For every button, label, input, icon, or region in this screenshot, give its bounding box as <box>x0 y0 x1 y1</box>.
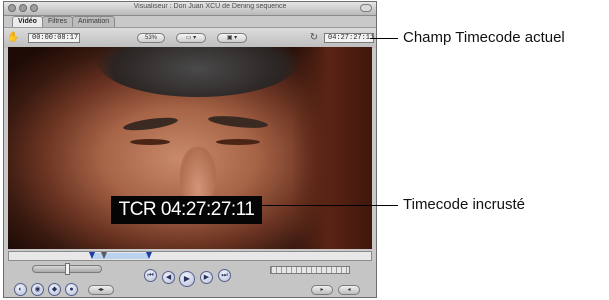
playhead[interactable] <box>101 252 107 259</box>
add-marker-icon[interactable]: ● <box>65 283 78 296</box>
mark-out-icon: ◂ <box>347 287 351 293</box>
close-icon[interactable] <box>8 4 16 12</box>
shuttle-control[interactable] <box>270 266 350 274</box>
previous-frame-icon[interactable]: ◀ <box>162 271 175 284</box>
video-frame[interactable]: TCR 04:27:27:11 <box>8 47 372 249</box>
callout-burned-in-timecode: Timecode incrusté <box>403 196 525 213</box>
callout-line-current-timecode <box>370 38 398 39</box>
duration-timecode-field[interactable]: 00:00:08:17 <box>28 33 80 43</box>
viewer-window: Visualiseur : Don Juan XCU de Dening seq… <box>3 1 377 298</box>
tab-animation[interactable]: Animation <box>72 16 116 27</box>
burned-in-timecode-text: TCR 04:27:27:11 <box>118 199 255 220</box>
in-out-range <box>91 253 149 259</box>
toolbar-toggle-button[interactable] <box>360 4 372 12</box>
window-title: Visualiseur : Don Juan XCU de Dening seq… <box>133 3 287 10</box>
transport-controls: ⏮ ◀ ▶ ▶ ⏭ ◐ ◉ ◆ ● ◂▸ ▸ ◂ <box>4 261 376 297</box>
chevron-down-icon: ▾ <box>193 35 197 41</box>
mark-in-icon: ▸ <box>320 287 324 293</box>
callout-line-burned-timecode <box>258 205 398 206</box>
jog-knob[interactable] <box>65 263 70 275</box>
burned-in-timecode: TCR 04:27:27:11 <box>111 196 262 224</box>
add-keyframe-icon[interactable]: ◆ <box>48 283 61 296</box>
tab-filters[interactable]: Filtres <box>41 16 73 27</box>
overlay-icon: ▣ <box>226 35 233 41</box>
zoom-popup[interactable]: 53% <box>137 33 165 43</box>
viewer-tabs: Vidéo Filtres Animation <box>12 16 116 27</box>
title-bar[interactable]: Visualiseur : Don Juan XCU de Dening seq… <box>4 2 376 16</box>
callout-current-timecode-field: Champ Timecode actuel <box>403 29 565 46</box>
go-to-in-icon[interactable]: ⏮ <box>144 269 157 282</box>
window-controls <box>8 4 38 12</box>
in-point-marker[interactable] <box>89 252 95 259</box>
play-icon[interactable]: ▶ <box>179 271 195 287</box>
match-frame-icon[interactable]: ◐ <box>14 283 27 296</box>
out-point-marker[interactable] <box>146 252 152 259</box>
minimize-icon[interactable] <box>19 4 27 12</box>
mark-clip-icon[interactable]: ◉ <box>31 283 44 296</box>
loop-icon[interactable]: ↻ <box>308 32 320 44</box>
mark-out-button[interactable]: ◂ <box>338 285 360 295</box>
go-to-out-icon[interactable]: ⏭ <box>218 269 231 282</box>
current-timecode-field[interactable]: 04:27:27:11 <box>324 33 374 43</box>
viewer-toolbar: ✋ 00:00:08:17 53% ▭ ▾ ▣ ▾ ↻ 04:27:27:11 <box>4 27 376 48</box>
scrubber-bar[interactable] <box>8 251 372 261</box>
jog-control[interactable] <box>32 263 102 275</box>
tab-video[interactable]: Vidéo <box>12 16 43 27</box>
zoom-icon[interactable] <box>30 4 38 12</box>
mark-in-out-button[interactable]: ◂▸ <box>88 285 114 295</box>
view-mode-icon: ▭ <box>185 35 192 41</box>
mark-in-button[interactable]: ▸ <box>311 285 333 295</box>
next-frame-icon[interactable]: ▶ <box>200 271 213 284</box>
mark-in-out-icon: ◂▸ <box>97 287 105 293</box>
view-popup[interactable]: ▭ ▾ <box>176 33 206 43</box>
chevron-down-icon: ▾ <box>234 35 238 41</box>
hand-drag-icon[interactable]: ✋ <box>7 32 19 44</box>
overlay-popup[interactable]: ▣ ▾ <box>217 33 247 43</box>
